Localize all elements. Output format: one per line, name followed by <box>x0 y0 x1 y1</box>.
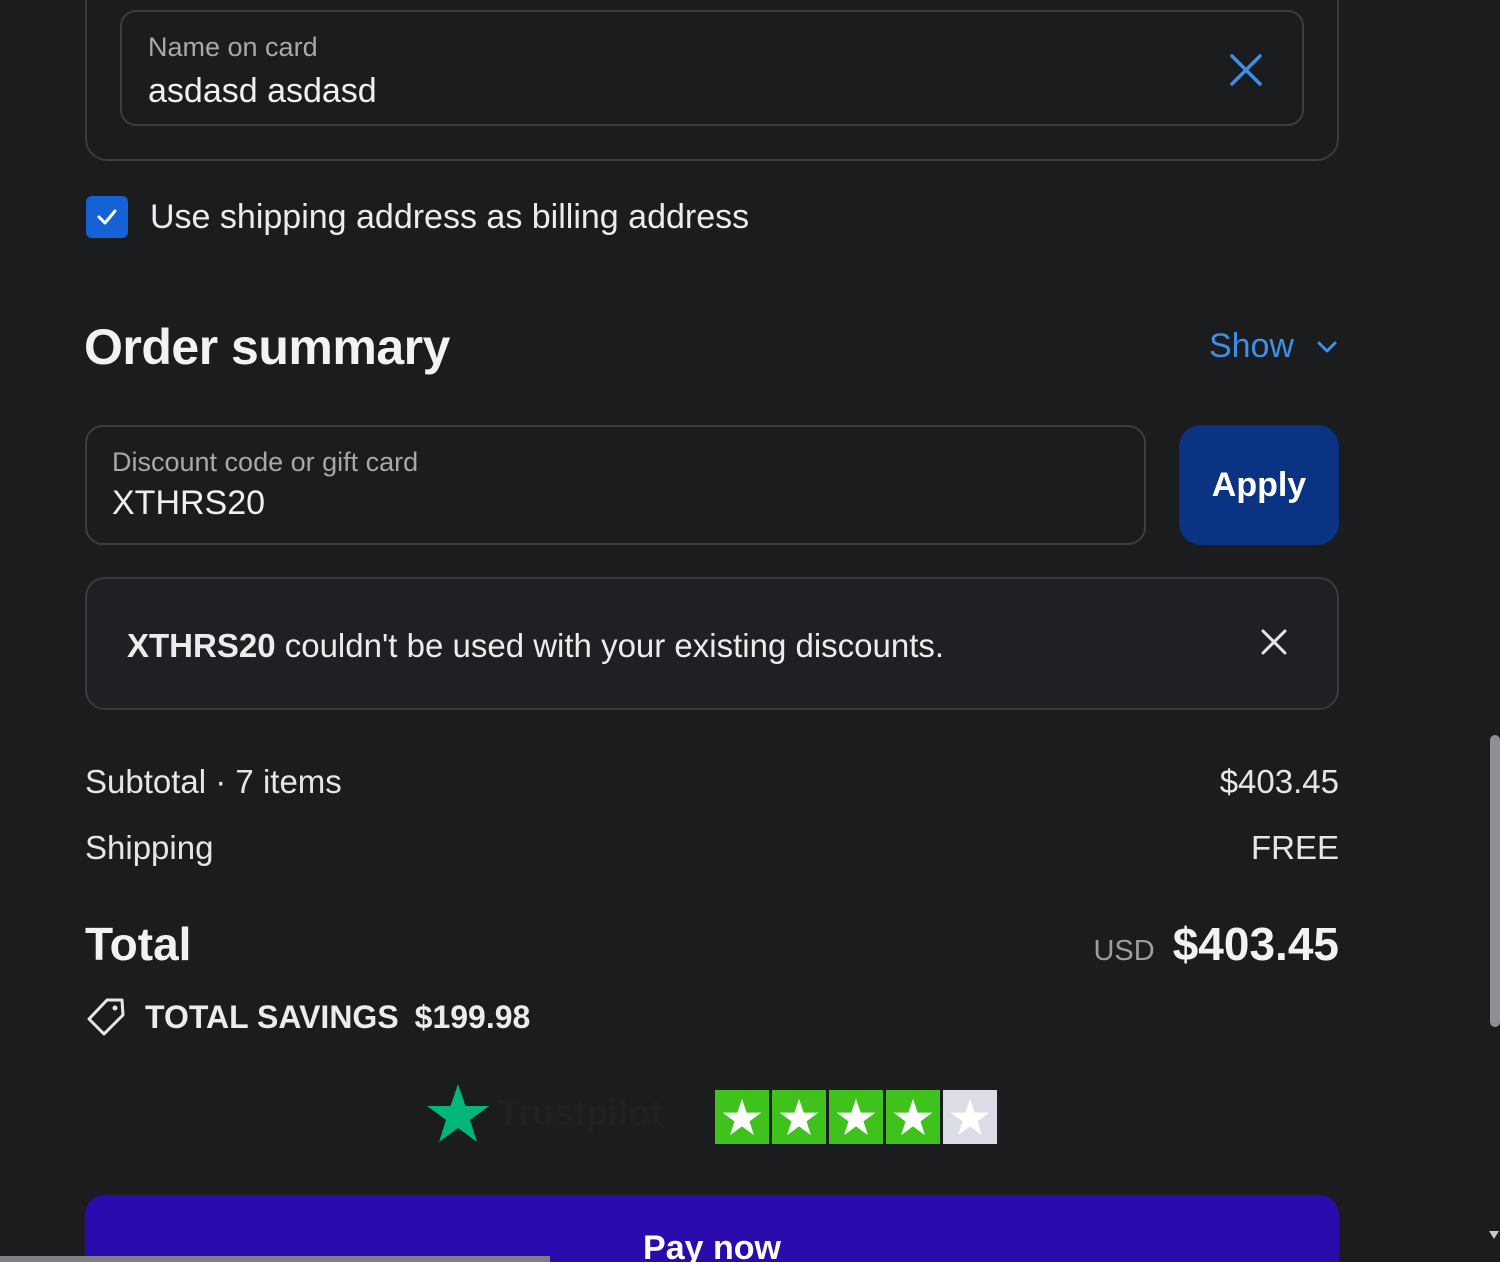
name-on-card-value[interactable]: asdasd asdasd <box>148 72 377 111</box>
discount-error-text: XTHRS20 couldn't be used with your exist… <box>127 627 944 665</box>
star-icon <box>836 1098 876 1136</box>
close-icon[interactable] <box>1257 625 1291 659</box>
checkout-page: Name on card asdasd asdasd Use shipping … <box>0 0 1500 1262</box>
subtotal-value: $403.45 <box>1219 763 1339 800</box>
total-amount: USD $403.45 <box>1093 917 1339 971</box>
trustpilot-star-box <box>829 1090 883 1144</box>
name-on-card-label: Name on card <box>148 32 318 62</box>
trustpilot-star-box <box>715 1090 769 1144</box>
subtotal-row: Subtotal · 7 items $403.45 <box>85 763 1339 801</box>
pay-now-button[interactable]: Pay now <box>85 1195 1339 1262</box>
currency-code: USD <box>1093 935 1155 967</box>
show-summary-label: Show <box>1208 327 1294 365</box>
total-label: Total <box>85 918 192 970</box>
check-icon <box>97 209 117 225</box>
total-savings-value: $199.98 <box>414 998 531 1035</box>
billing-address-checkbox[interactable] <box>86 196 128 238</box>
star-icon <box>950 1098 990 1136</box>
chevron-down-icon <box>1317 341 1337 352</box>
trustpilot-wordmark: Trustpilot <box>498 1092 662 1133</box>
trustpilot-star-box <box>943 1090 997 1144</box>
discount-code-label: Discount code or gift card <box>112 447 419 477</box>
trustpilot-star-box <box>772 1090 826 1144</box>
horizontal-scrollbar[interactable] <box>0 1256 550 1262</box>
name-on-card-field[interactable]: Name on card asdasd asdasd <box>120 10 1304 126</box>
shipping-label: Shipping <box>85 829 214 866</box>
trustpilot-rating[interactable]: Trustpilot <box>426 1082 997 1144</box>
shipping-value: FREE <box>1250 829 1339 866</box>
discount-error-message: couldn't be used with your existing disc… <box>275 627 945 664</box>
shipping-row: Shipping FREE <box>85 829 1339 867</box>
discount-code-field[interactable]: Discount code or gift card XTHRS20 <box>85 425 1146 545</box>
billing-address-label: Use shipping address as billing address <box>150 197 750 236</box>
trustpilot-star-icon <box>427 1084 489 1142</box>
trustpilot-star-box <box>886 1090 940 1144</box>
star-icon <box>893 1098 933 1136</box>
tag-icon <box>87 998 125 1036</box>
total-row: Total USD $403.45 <box>85 917 1339 971</box>
order-summary-title: Order summary <box>84 319 450 375</box>
scrollbar-track[interactable] <box>1484 0 1500 1262</box>
discount-code-value[interactable]: XTHRS20 <box>112 484 265 523</box>
total-savings: TOTAL SAVINGS $199.98 <box>85 996 530 1038</box>
apply-button[interactable]: Apply <box>1179 425 1339 545</box>
scroll-down-arrow-icon[interactable] <box>1488 1228 1500 1242</box>
show-summary-toggle[interactable]: Show <box>1209 327 1340 366</box>
total-value: $403.45 <box>1172 918 1339 970</box>
close-icon[interactable] <box>1226 50 1266 90</box>
star-icon <box>779 1098 819 1136</box>
scrollbar-thumb[interactable] <box>1490 735 1500 1027</box>
total-savings-label: TOTAL SAVINGS <box>145 998 399 1035</box>
trustpilot-stars <box>715 1090 997 1144</box>
subtotal-label: Subtotal · 7 items <box>85 763 342 800</box>
star-icon <box>722 1098 762 1136</box>
discount-error-code: XTHRS20 <box>127 627 276 664</box>
discount-error-banner: XTHRS20 couldn't be used with your exist… <box>85 577 1339 710</box>
billing-address-checkbox-row[interactable]: Use shipping address as billing address <box>86 196 749 238</box>
